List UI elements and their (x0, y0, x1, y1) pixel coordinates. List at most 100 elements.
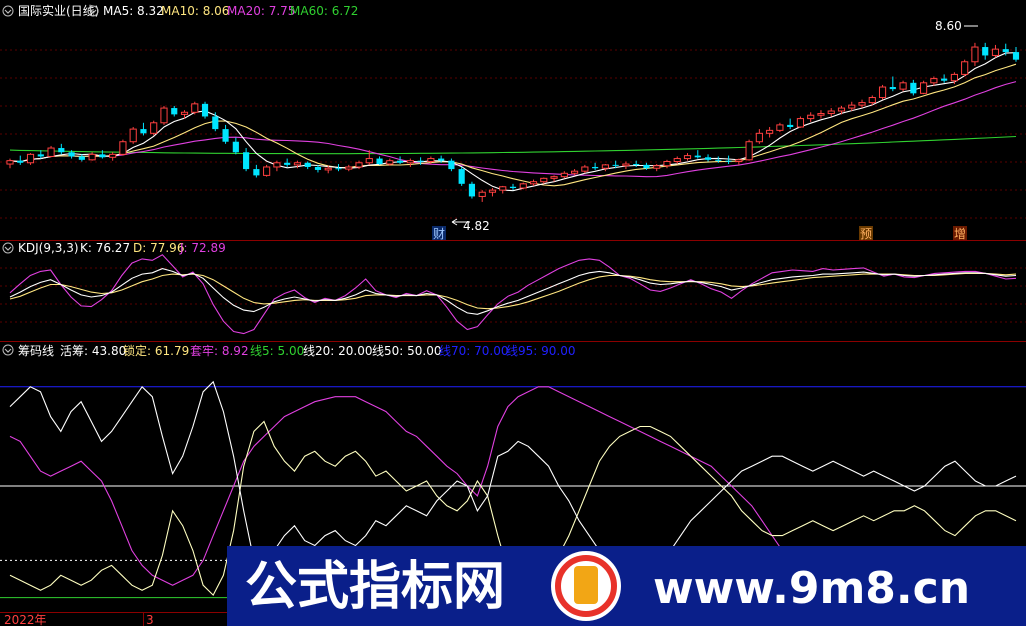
candle-body (848, 104, 856, 109)
candle-body (653, 165, 661, 169)
candle-body (68, 152, 75, 157)
candle-body (776, 124, 784, 131)
candle-body (345, 166, 353, 170)
candle-body (171, 108, 178, 115)
candle-body (427, 158, 435, 163)
candle-body (365, 158, 373, 164)
legend-ma5: MA5: 8.32 (103, 4, 164, 18)
candle-body (78, 156, 85, 160)
candle-body (991, 48, 1000, 56)
candle-body (406, 160, 414, 164)
candle-body (17, 160, 24, 163)
candle-body (899, 82, 907, 90)
x-axis-label-month: 3 (146, 613, 154, 626)
candle-body (889, 87, 896, 90)
candle-body (982, 47, 989, 56)
price-legend: 国际实业(日线) MA5: 8.32 MA10: 8.06 MA20: 7.75… (2, 3, 358, 18)
candle-body (817, 113, 825, 116)
candle-body (293, 162, 302, 166)
candle-body (581, 166, 589, 172)
candle-body (971, 46, 979, 63)
candle-body (950, 73, 958, 82)
candle-body (58, 148, 65, 153)
candle-body (160, 107, 168, 124)
candle-body (878, 86, 887, 99)
kdj-j-value: J: 72.89 (179, 241, 226, 255)
chip-line95: 线95: 90.00 (506, 344, 575, 358)
chip-suoding: 锁定: 61.79 (123, 343, 189, 358)
candle-body (438, 158, 445, 161)
candle-body (910, 82, 917, 94)
candle-body (509, 186, 517, 189)
candle-body (930, 78, 938, 84)
chip-line70: 线70: 70.00 (439, 344, 508, 358)
candle-body (37, 154, 44, 157)
candle-body (263, 166, 271, 176)
candle-body (314, 166, 322, 170)
watermark-logo-mark (574, 566, 598, 604)
legend-ma20: MA20: 7.75 (227, 4, 295, 18)
candle-body (694, 155, 701, 158)
candle-body (140, 129, 147, 134)
x-axis-label-year: 2022年 (4, 613, 47, 626)
stock-chart: 国际实业(日线) MA5: 8.32 MA10: 8.06 MA20: 7.75… (0, 0, 1026, 626)
kdj-title: KDJ(9,3,3) (18, 241, 79, 255)
candle-body (88, 153, 96, 161)
candle-body (961, 61, 969, 75)
candle-body (745, 141, 753, 161)
candle-body (397, 160, 404, 163)
kdj-d-value: D: 77.96 (133, 241, 184, 255)
candle-body (735, 159, 743, 163)
watermark-right-text: www.9m8.cn (653, 563, 970, 614)
event-marker-cai-label: 财 (433, 227, 445, 241)
candle-body (519, 183, 527, 189)
low-price-label: 4.82 (463, 219, 490, 233)
stock-title: 国际实业(日线) (18, 3, 99, 18)
candle-body (119, 141, 127, 155)
candle-body (26, 153, 35, 164)
candle-body (468, 183, 476, 197)
candle-body (458, 169, 465, 184)
candle-body (571, 170, 579, 174)
candle-body (920, 82, 928, 94)
chart-background (0, 0, 1026, 626)
candle-body (941, 78, 948, 81)
candle-body (191, 103, 199, 113)
candle-body (488, 189, 497, 193)
kdj-k-value: K: 76.27 (80, 241, 130, 255)
candle-body (284, 162, 291, 165)
candle-body (417, 160, 424, 162)
candle-body (1002, 49, 1009, 53)
chip-huochou: 活筹: 43.80 (60, 344, 126, 358)
legend-ma60: MA60: 6.72 (290, 4, 358, 18)
chip-legend: 筹码线 活筹: 43.80 锁定: 61.79 套牢: 8.92 线5: 5.0… (2, 343, 575, 358)
watermark-logo (551, 551, 621, 621)
candle-body (755, 132, 763, 143)
candle-body (715, 159, 722, 161)
candle-body (807, 114, 815, 120)
candle-body (478, 191, 486, 197)
candle-body (560, 172, 568, 178)
candle-body (601, 164, 609, 169)
candle-body (222, 129, 229, 142)
watermark-banner: 公式指标网 www.9m8.cn (227, 546, 1026, 626)
candle-body (129, 128, 137, 143)
chip-title: 筹码线 (18, 344, 54, 358)
candle-body (253, 169, 260, 176)
candle-body (643, 164, 650, 169)
candle-body (766, 129, 774, 134)
high-price-label: 8.60 (935, 19, 962, 33)
candle-body (868, 97, 876, 104)
candle-body (612, 164, 619, 166)
candle-body (725, 160, 732, 162)
candle-body (796, 118, 805, 128)
candle-body (243, 152, 250, 170)
chip-line5: 线5: 5.00 (250, 344, 304, 358)
watermark-left-text: 公式指标网 (245, 557, 505, 617)
candle-body (109, 153, 117, 158)
candle-body (335, 168, 342, 170)
candle-body (355, 162, 363, 168)
chip-line50: 线50: 50.00 (372, 344, 441, 358)
candle-body (180, 111, 189, 115)
candle-body (1012, 52, 1020, 60)
